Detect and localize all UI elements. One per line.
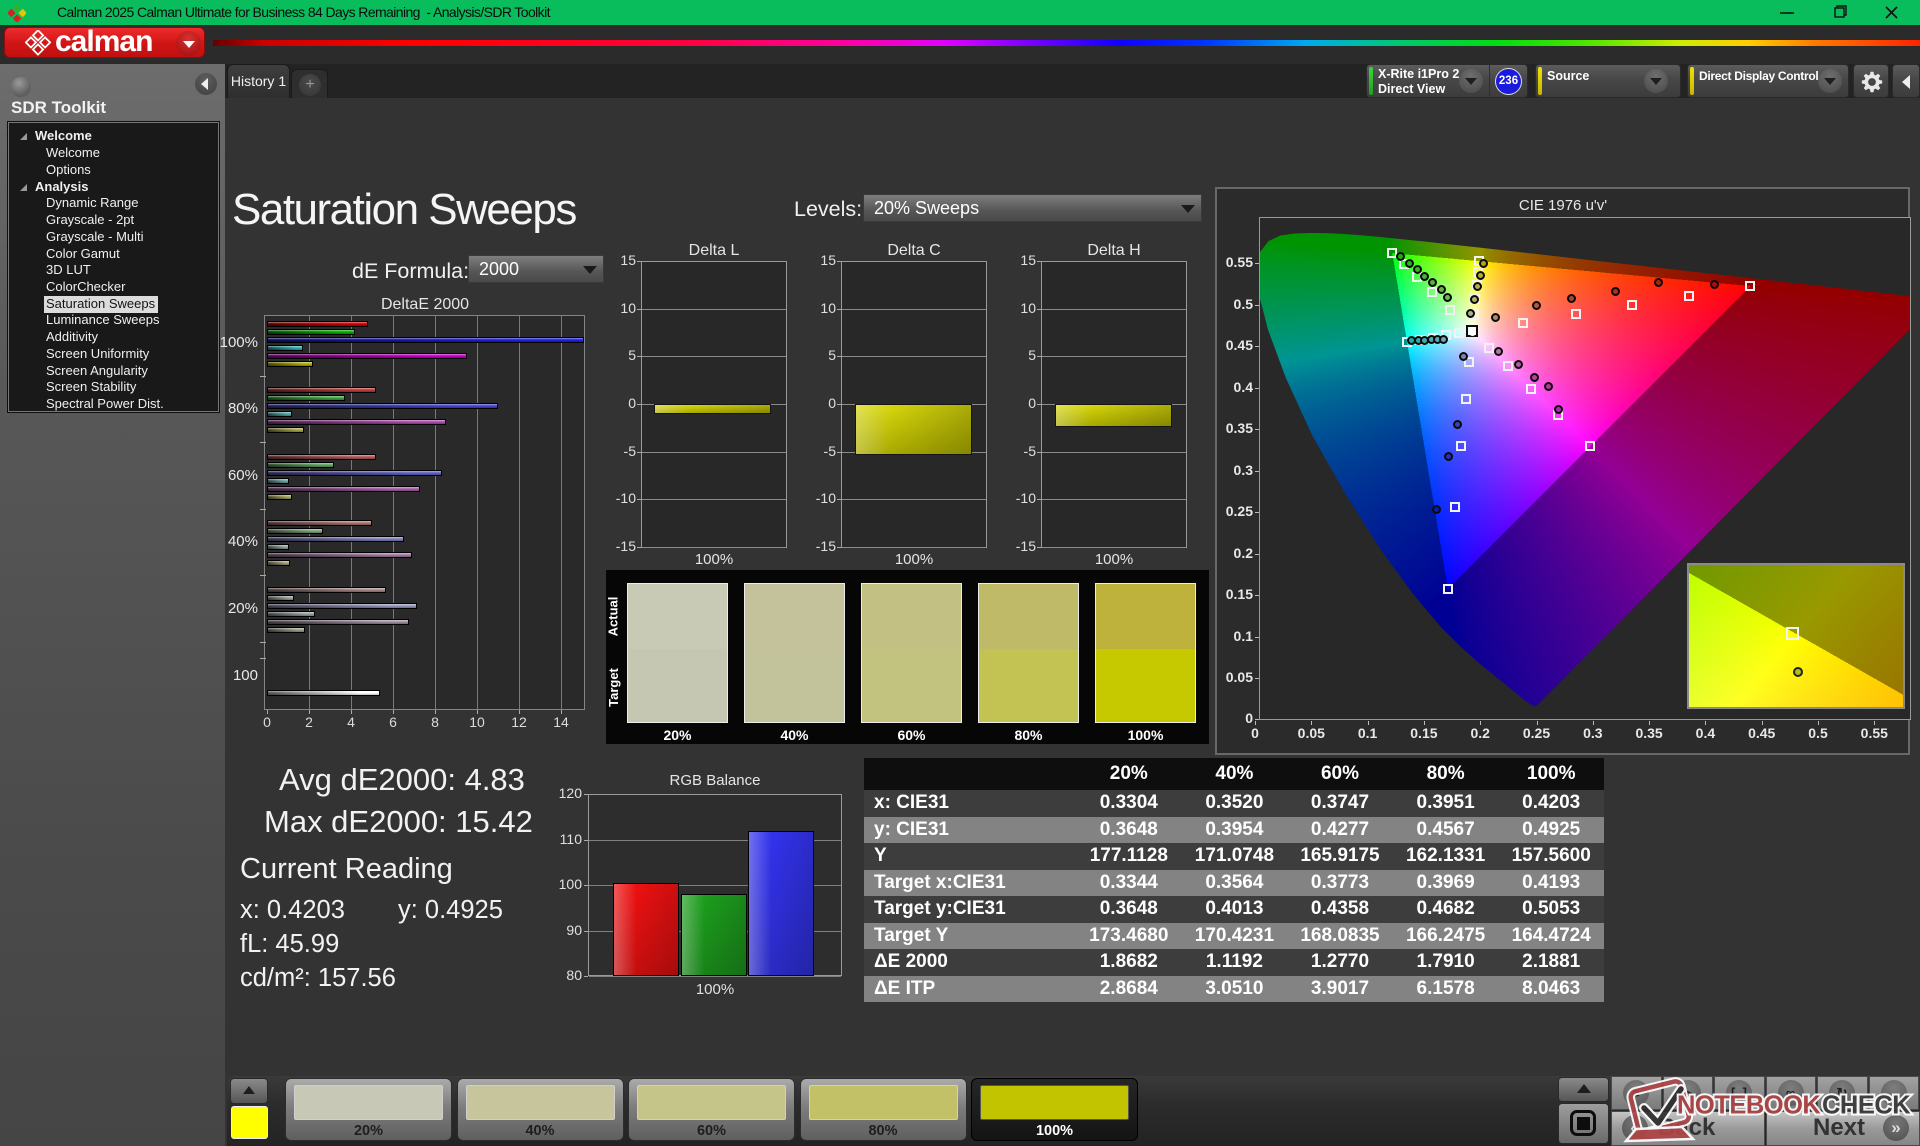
svg-text:NOTEBOOK: NOTEBOOK (1677, 1092, 1821, 1120)
svg-text:CHECK: CHECK (1822, 1092, 1911, 1120)
